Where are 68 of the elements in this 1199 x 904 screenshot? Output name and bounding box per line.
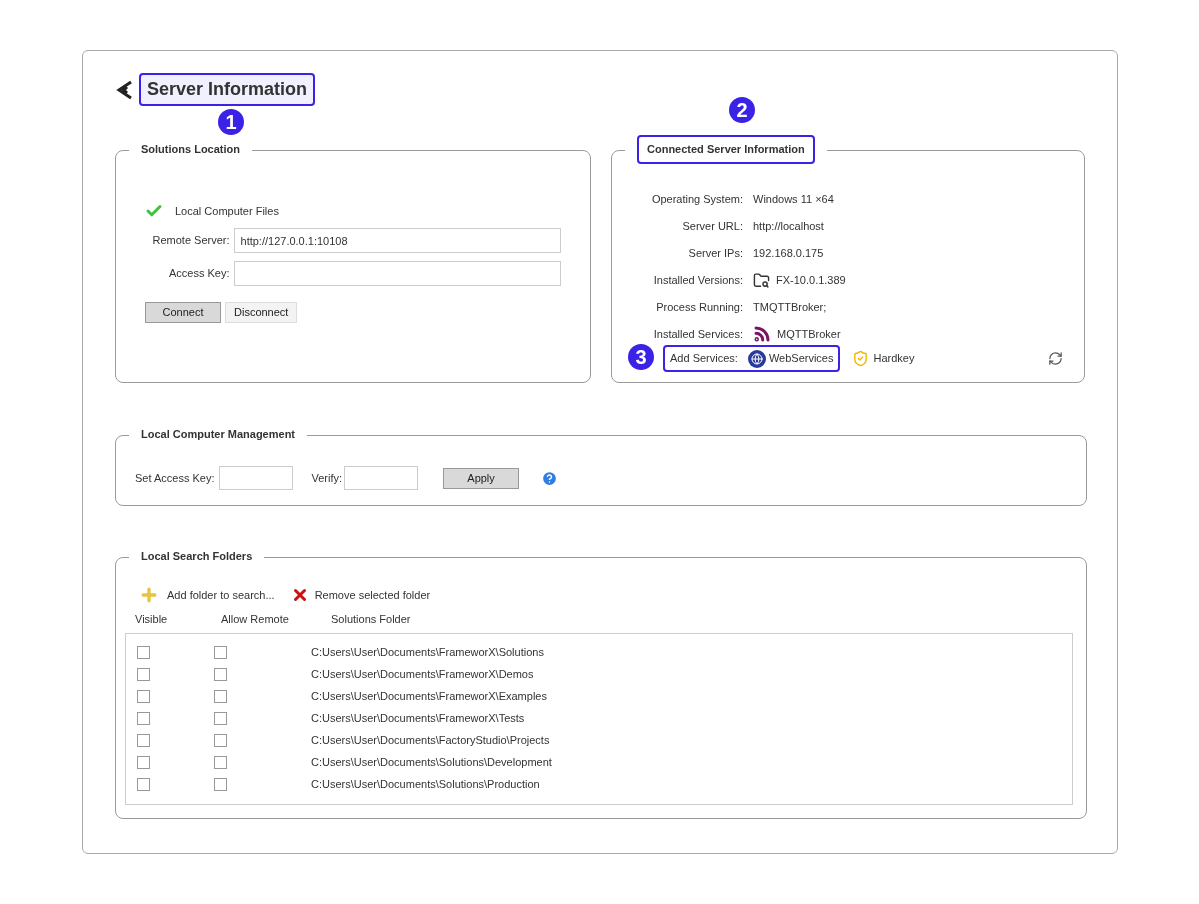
- checkbox[interactable]: [137, 734, 150, 747]
- folder-path[interactable]: C:Users\User\Documents\FrameworX\Examples: [311, 688, 547, 705]
- column-header: Visible: [135, 612, 169, 627]
- help-icon[interactable]: [541, 469, 559, 487]
- apply-button[interactable]: Apply: [443, 467, 520, 489]
- checkbox[interactable]: [214, 778, 227, 791]
- shield-icon: [852, 350, 870, 367]
- feed-icon: [753, 325, 771, 343]
- checkbox[interactable]: [137, 690, 150, 703]
- callout-marker: 3: [628, 344, 654, 370]
- globe-icon: [747, 349, 766, 368]
- checkbox[interactable]: [137, 778, 150, 791]
- group-title: Local Computer Management: [141, 427, 296, 442]
- info-value: FX-10.0.1.389: [776, 272, 846, 288]
- folder-path[interactable]: C:Users\User\Documents\FrameworX\Demos: [311, 666, 534, 683]
- info-value: TMQTTBroker;: [753, 299, 827, 315]
- field-label: Remote Server:: [151, 233, 230, 249]
- callout-marker: 2: [729, 97, 755, 123]
- option-label: Local Computer Files: [175, 203, 279, 219]
- text-field[interactable]: [344, 466, 419, 490]
- info-label: Installed Versions:: [652, 272, 743, 288]
- group-title: Local Search Folders: [141, 549, 253, 564]
- checkbox[interactable]: [137, 646, 150, 659]
- group-title: Connected Server Information: [637, 135, 815, 164]
- field-label: Access Key:: [168, 266, 230, 282]
- text-field[interactable]: [219, 466, 294, 490]
- toolbar-action[interactable]: Remove selected folder: [314, 586, 431, 604]
- checkbox[interactable]: [214, 646, 227, 659]
- field-label: Set Access Key:: [135, 470, 215, 486]
- page-title: Server Information: [139, 73, 316, 106]
- folder-path[interactable]: C:Users\User\Documents\Solutions\Production: [311, 776, 540, 793]
- info-label: Operating System:: [650, 191, 743, 207]
- checkbox[interactable]: [137, 756, 150, 769]
- add-icon: [139, 585, 159, 605]
- service-link[interactable]: WebServices: [768, 350, 834, 367]
- info-label: Add Services:: [670, 351, 738, 367]
- info-value: http://localhost: [753, 218, 824, 234]
- info-label: Server IPs:: [687, 245, 743, 261]
- checkbox[interactable]: [214, 712, 227, 725]
- checkbox[interactable]: [214, 756, 227, 769]
- info-value: 192.168.0.175: [753, 245, 824, 261]
- info-label: Server URL:: [681, 218, 743, 234]
- group-title: Solutions Location: [141, 142, 240, 157]
- action-button[interactable]: Disconnect: [225, 302, 298, 323]
- folder-path[interactable]: C:Users\User\Documents\FrameworX\Tests: [311, 710, 525, 727]
- checkbox[interactable]: [214, 734, 227, 747]
- callout-marker: 1: [218, 109, 244, 135]
- text-field[interactable]: http://127.0.0.1:10108: [233, 228, 561, 253]
- checkbox[interactable]: [214, 668, 227, 681]
- toolbar-action[interactable]: Add folder to search...: [167, 586, 275, 604]
- folder-path[interactable]: C:Users\User\Documents\FactoryStudio\Projects: [311, 732, 550, 749]
- field-label: Verify:: [311, 470, 343, 486]
- info-label: Installed Services:: [652, 326, 743, 342]
- action-button[interactable]: Connect: [145, 302, 221, 323]
- checkbox[interactable]: [137, 712, 150, 725]
- info-value: Windows 11 ×64: [753, 191, 834, 207]
- info-label: Process Running:: [655, 299, 743, 315]
- text-field[interactable]: [233, 261, 561, 286]
- column-header: Allow Remote: [221, 612, 290, 627]
- folder-path[interactable]: C:Users\User\Documents\FrameworX\Solutions: [311, 644, 544, 661]
- folder-search-icon: [753, 271, 770, 289]
- info-value: MQTTBroker: [777, 326, 841, 342]
- checkbox[interactable]: [214, 690, 227, 703]
- folder-path[interactable]: C:Users\User\Documents\Solutions\Development: [311, 754, 552, 771]
- column-header: Solutions Folder: [331, 612, 411, 627]
- service-link[interactable]: Hardkey: [873, 350, 915, 367]
- checkbox[interactable]: [137, 668, 150, 681]
- refresh-icon[interactable]: [1048, 351, 1063, 366]
